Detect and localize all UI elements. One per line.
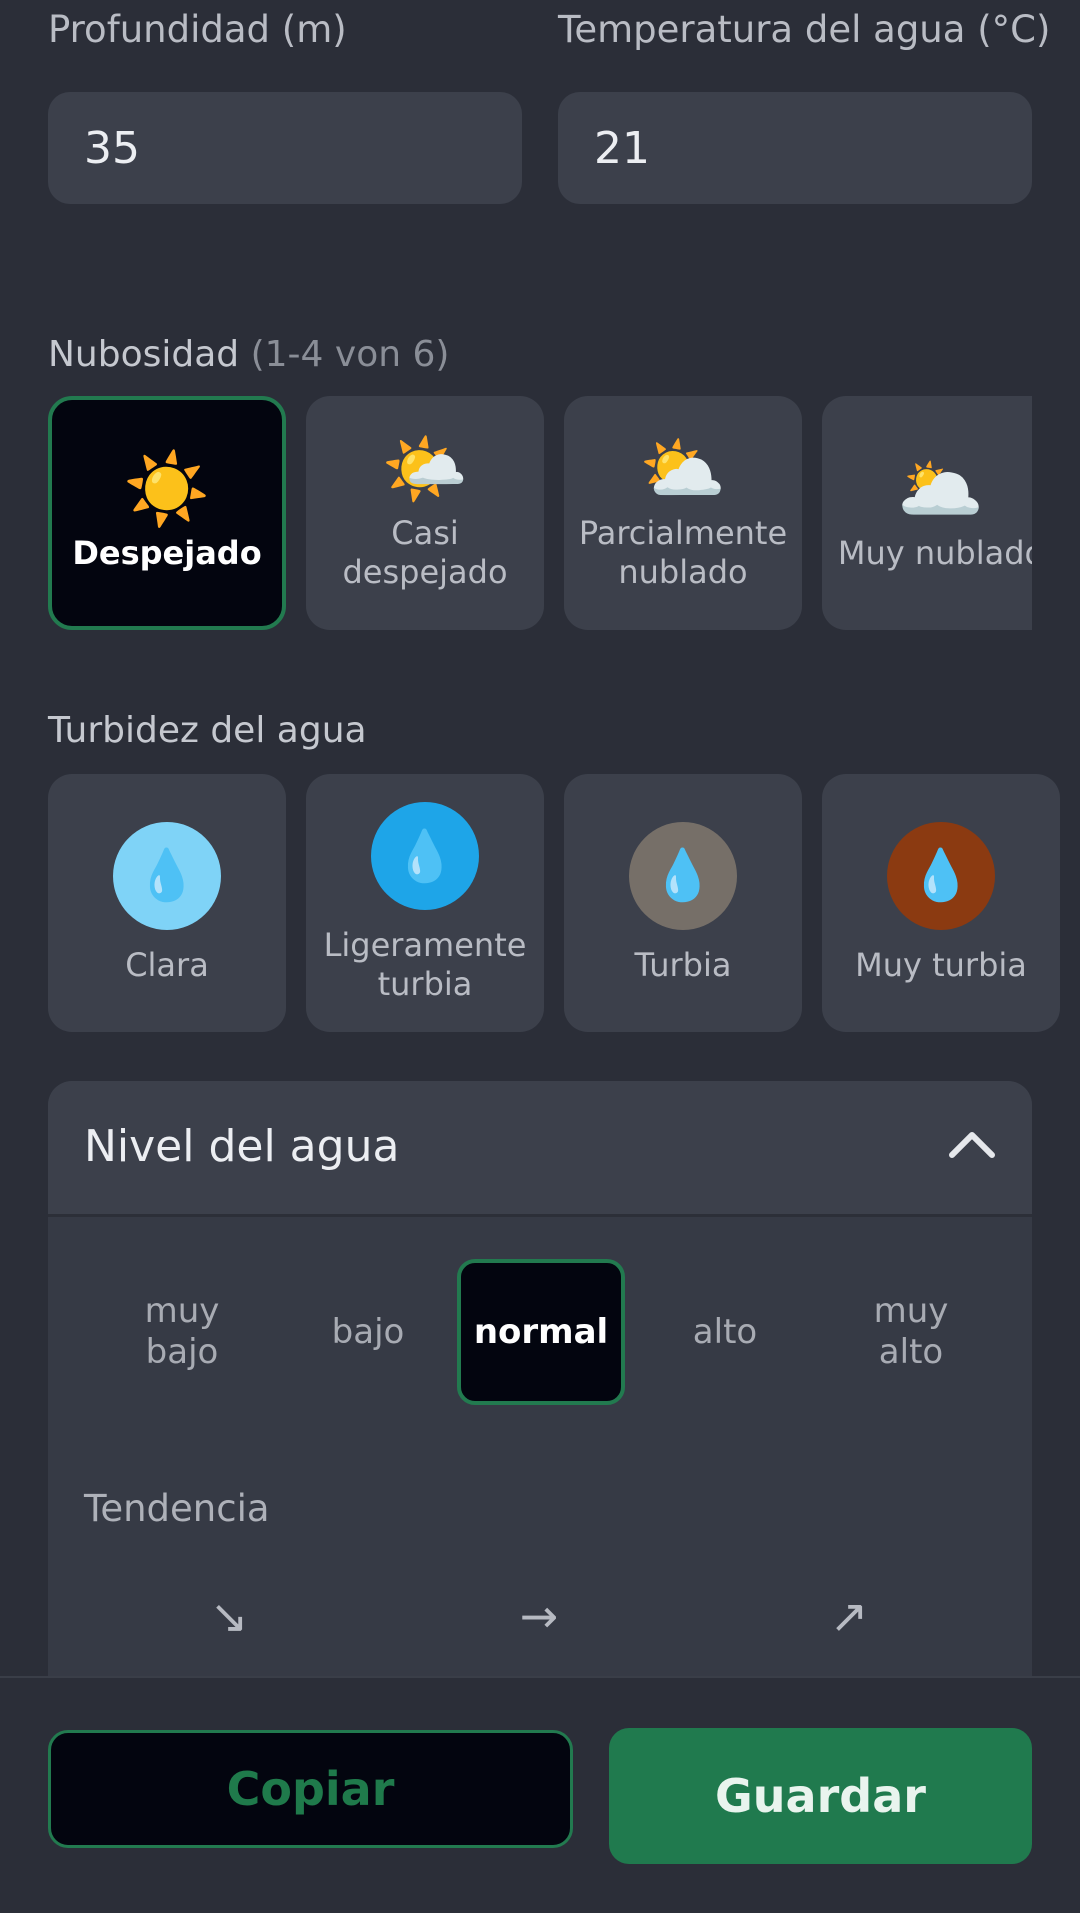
water-drop-icon: 💧 [113,821,221,930]
level-option-very-high[interactable]: muy alto [841,1259,981,1405]
turbidity-option-very-turbid[interactable]: 💧 Muy turbia [822,774,1060,1032]
cloudiness-counter: (1-4 von 6) [250,334,450,375]
sun-icon: ☀️ [123,447,211,530]
cloudiness-title-text: Nubosidad [48,334,240,375]
sun-small-cloud-icon: 🌤️ [381,428,469,510]
water-temp-input[interactable]: 21 [558,92,1032,204]
turbidity-option-slightly-turbid[interactable]: 💧 Ligeramente turbia [306,774,544,1032]
cloud-option-very-cloudy[interactable]: 🌥️ Muy nublado [822,396,1032,630]
turbidity-title: Turbidez del agua [48,710,367,751]
depth-input[interactable]: 35 [48,92,522,204]
water-drop-icon: 💧 [887,821,995,930]
water-level-panel: Nivel del agua muy bajo bajo normal alto… [48,1081,1032,1676]
water-level-title: Nivel del agua [84,1121,400,1172]
cloud-option-label: Muy nublado [837,533,1032,572]
depth-label: Profundidad (m) [48,8,347,51]
cloud-option-label: Despejado [72,533,262,572]
turbidity-option-label: Turbia [634,945,732,984]
trend-falling-icon[interactable]: ↘ [169,1589,289,1643]
turbidity-option-label: Muy turbia [855,945,1027,984]
level-option-low[interactable]: bajo [298,1259,438,1405]
turbidity-option-label: Ligeramente turbia [323,926,527,1003]
trend-steady-icon[interactable]: → [479,1589,599,1643]
turbidity-option-label: Clara [125,945,209,984]
turbidity-option-turbid[interactable]: 💧 Turbia [564,774,802,1032]
sun-behind-large-cloud-icon: 🌥️ [897,447,985,530]
level-option-very-low[interactable]: muy bajo [112,1259,252,1405]
bottom-action-bar: Copiar Guardar [0,1676,1080,1913]
cloud-option-label: Casi despejado [342,514,508,591]
cloudiness-title: Nubosidad (1-4 von 6) [48,334,449,375]
level-option-high[interactable]: alto [655,1259,795,1405]
save-button[interactable]: Guardar [609,1728,1032,1864]
trend-rising-icon[interactable]: ↗ [789,1589,909,1643]
cloudiness-options[interactable]: ☀️ Despejado 🌤️ Casi despejado ⛅ Parcial… [48,396,1032,630]
cloud-option-partly-cloudy[interactable]: ⛅ Parcialmente nublado [564,396,802,630]
cloud-option-label: Parcialmente nublado [578,514,788,591]
water-level-header[interactable]: Nivel del agua [48,1081,1032,1217]
form-scroll-area[interactable]: Profundidad (m) 35 Temperatura del agua … [0,0,1080,1676]
trend-title: Tendencia [84,1487,270,1530]
chevron-up-icon[interactable] [942,1115,1002,1175]
cloud-option-clear[interactable]: ☀️ Despejado [48,396,286,630]
water-drop-icon: 💧 [371,802,479,910]
water-drop-icon: 💧 [629,821,737,930]
cloud-option-mostly-clear[interactable]: 🌤️ Casi despejado [306,396,544,630]
water-temp-label: Temperatura del agua (°C) [558,8,1051,51]
level-option-normal[interactable]: normal [457,1259,625,1405]
copy-button[interactable]: Copiar [48,1730,573,1848]
sun-behind-cloud-icon: ⛅ [639,428,727,510]
turbidity-option-clear[interactable]: 💧 Clara [48,774,286,1032]
